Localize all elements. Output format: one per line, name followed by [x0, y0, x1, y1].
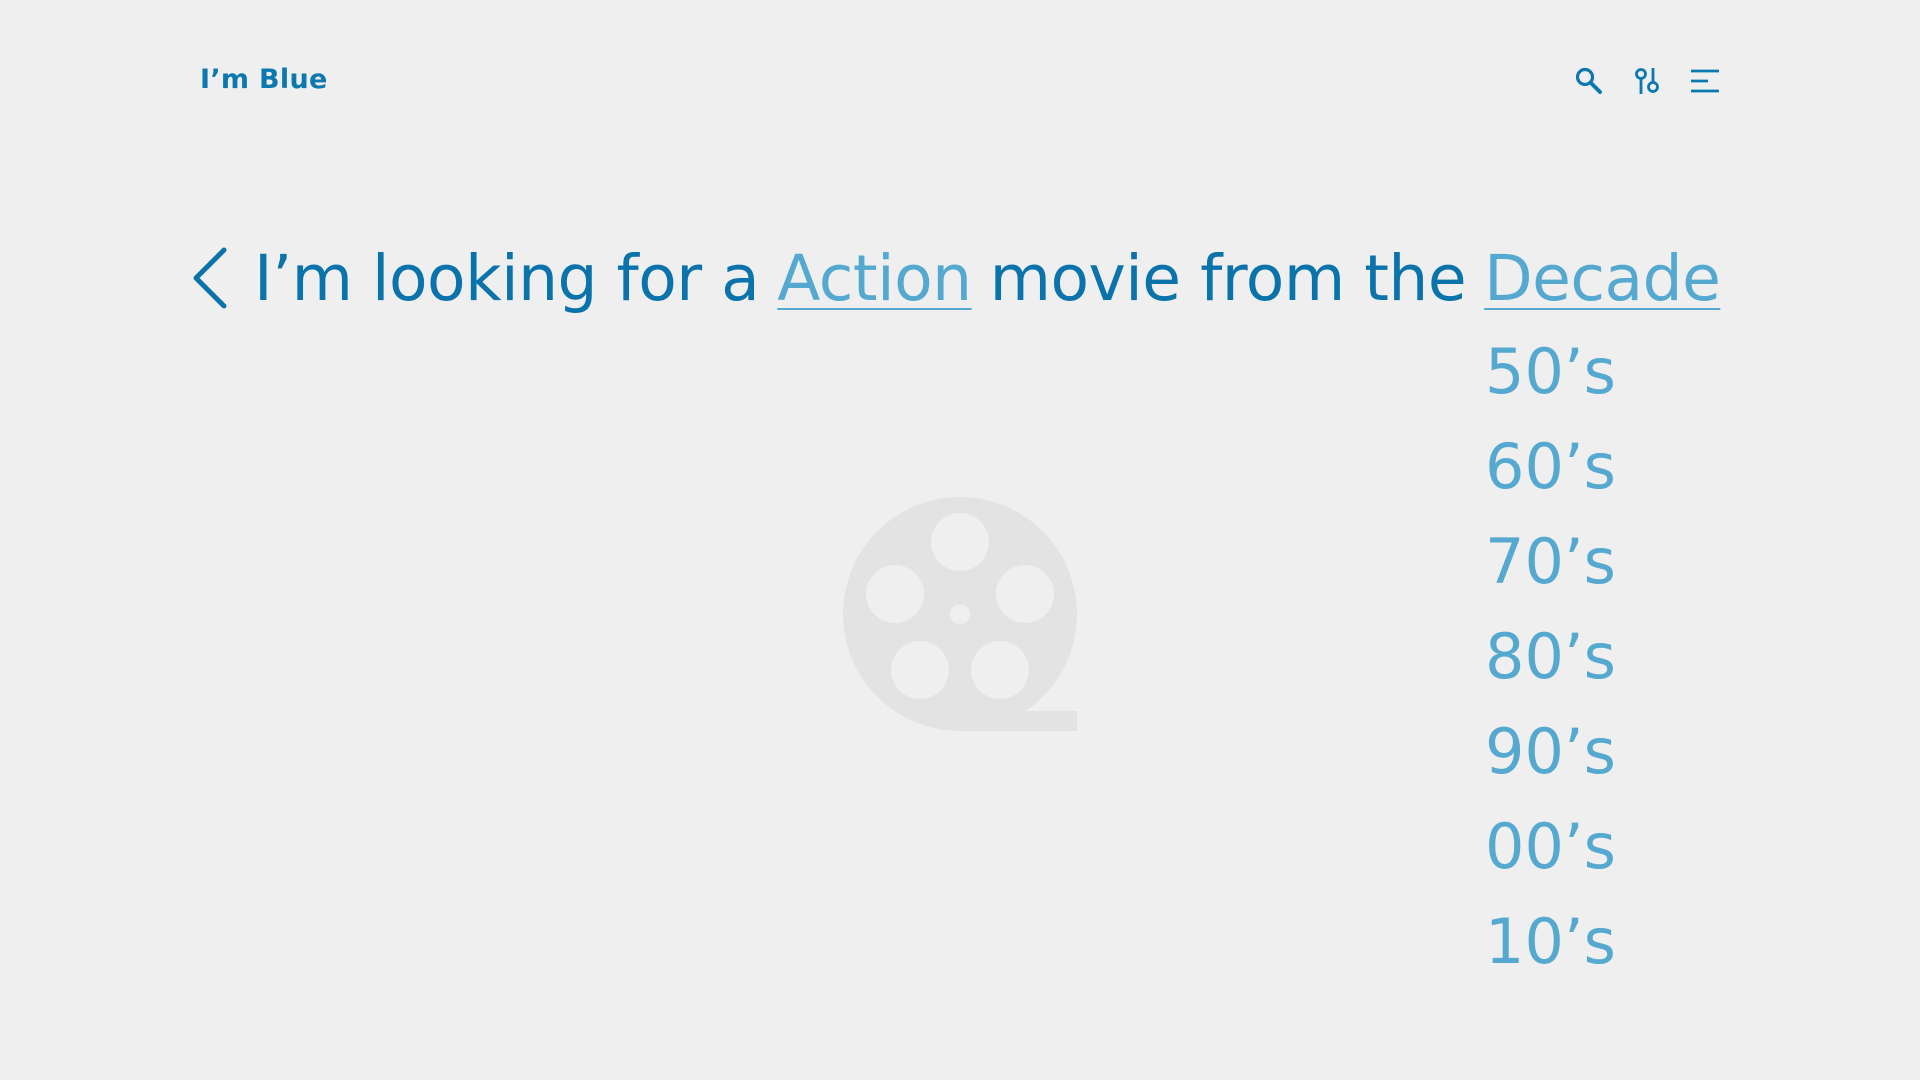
search-sentence: I’m looking for a Action movie from the …	[190, 228, 1721, 328]
menu-icon[interactable]	[1690, 66, 1720, 96]
chevron-left-icon[interactable]	[190, 244, 238, 312]
decade-option[interactable]: 50’s	[1485, 332, 1616, 427]
search-icon[interactable]	[1574, 66, 1604, 96]
decade-option[interactable]: 00’s	[1485, 807, 1616, 902]
app-logo[interactable]: I’m Blue	[200, 64, 328, 95]
film-reel-icon	[840, 496, 1080, 740]
decade-option[interactable]: 80’s	[1485, 617, 1616, 712]
sentence-text-start: I’m looking for a	[254, 241, 760, 315]
genre-selector[interactable]: Action	[777, 242, 972, 315]
decade-option[interactable]: 90’s	[1485, 712, 1616, 807]
decade-dropdown: 50’s 60’s 70’s 80’s 90’s 00’s 10’s	[1485, 332, 1616, 997]
decade-option[interactable]: 70’s	[1485, 522, 1616, 617]
page: I’m Blue I’m looking for a Action movie …	[0, 0, 1920, 1080]
sentence-text-middle: movie from the	[989, 241, 1467, 315]
decade-option[interactable]: 60’s	[1485, 427, 1616, 522]
filter-icon[interactable]	[1632, 66, 1662, 96]
top-toolbar	[1574, 66, 1720, 96]
decade-selector[interactable]: Decade	[1484, 242, 1721, 315]
decade-option[interactable]: 10’s	[1485, 902, 1616, 997]
